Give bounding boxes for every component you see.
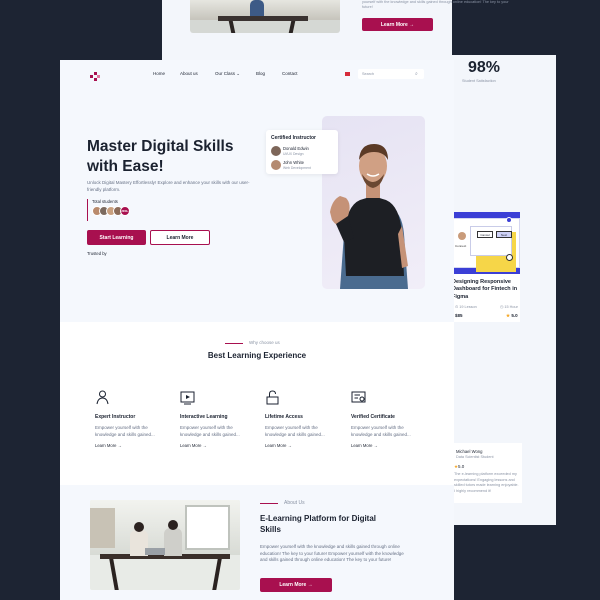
feature-desc: Empower yourself with the knowledge and … (180, 425, 240, 437)
about-title: E-Learning Platform for Digital Skills (260, 514, 377, 534)
right-preview-card: 98% Student Satisfaction Connect Cancel … (452, 55, 556, 525)
why-title: Best Learning Experience (207, 351, 307, 360)
mock-next: Next (496, 231, 512, 238)
stat-value: 98% (468, 59, 501, 76)
nav-about-us[interactable]: About us (180, 71, 198, 76)
certificate-icon (351, 390, 366, 405)
instructor-role: Web Development (283, 165, 311, 170)
instructor-role: UI/UX Design (283, 151, 304, 156)
nav-home[interactable]: Home (153, 71, 165, 76)
about-kicker: About Us (284, 500, 305, 506)
logo-icon[interactable] (90, 69, 101, 81)
testimonial-role: Data Scientist Student (456, 455, 494, 459)
why-kicker: Why choose us (249, 340, 280, 345)
mock-name: Connect (455, 244, 467, 248)
instructor-name: Donald Edwin (283, 146, 309, 151)
course-hours: ◷ 15 Hour (500, 305, 518, 309)
course-title: Designing Responsive Dashboard for Finte… (452, 279, 518, 300)
instructor-card-title: Certified Instructor (271, 135, 317, 141)
course-thumbnail: Connect Cancel Next (452, 212, 520, 274)
feature-learn-more-link[interactable]: Learn More → (95, 443, 175, 448)
about-body: Empower yourself with the knowledge and … (260, 544, 404, 563)
classroom-thumbnail (190, 0, 340, 33)
feature-learn-more-link[interactable]: Learn More → (265, 443, 345, 448)
feature-learn-more-link[interactable]: Learn More → (180, 443, 260, 448)
feature-title: Lifetime Access (265, 414, 303, 420)
mock-cancel: Cancel (477, 231, 493, 238)
feature-title: Expert Instructor (95, 414, 136, 420)
testimonial-quote: The e-learning platform exceeded my expe… (454, 472, 519, 493)
course-rating: ★ 5.0 (506, 313, 518, 318)
feature-expert-instructor: Expert Instructor Empower yourself with … (95, 390, 175, 460)
total-students: Total students 2000+ (87, 199, 147, 221)
testimonial-name: Michael Wong (456, 449, 483, 454)
nav-blog[interactable]: Blog (256, 71, 265, 76)
video-play-icon (180, 390, 195, 405)
hero-subtitle: Unlock Digital Mastery Effortlessly! Exp… (87, 180, 250, 192)
top-card-text: yourself with the knowledge and skills g… (362, 0, 509, 10)
about-photo (90, 500, 240, 590)
feature-title: Interactive Learning (180, 414, 228, 420)
certified-instructor-card: Certified Instructor Donald Edwin UI/UX … (266, 130, 338, 174)
feature-desc: Empower yourself with the knowledge and … (265, 425, 325, 437)
course-price: $85 (455, 313, 463, 318)
hero-title: Master Digital Skills with Ease! (87, 138, 234, 176)
learn-more-button[interactable]: Learn More (150, 230, 210, 245)
top-preview-card: yourself with the knowledge and skills g… (162, 0, 509, 60)
course-card[interactable]: Connect Cancel Next Designing Responsive… (452, 212, 520, 322)
search-placeholder: Search (362, 72, 375, 76)
search-input[interactable]: Search ⌕ (358, 69, 424, 79)
feature-title: Verified Certificate (351, 414, 395, 420)
feature-verified-certificate: Verified Certificate Empower yourself wi… (351, 390, 431, 460)
start-learning-button[interactable]: Start Learning (87, 230, 146, 245)
instructor-name: John White (283, 160, 304, 165)
testimonial-rating: ★5.0 (454, 464, 465, 469)
feature-desc: Empower yourself with the knowledge and … (351, 425, 411, 437)
testimonial-card: Michael Wong Data Scientist Student ★5.0… (452, 443, 522, 503)
students-count-badge: 2000+ (120, 206, 130, 216)
stat-label: Student Satisfaction (462, 79, 496, 83)
unlock-icon (265, 390, 280, 405)
about-kicker-line (260, 503, 278, 504)
why-kicker-line (225, 343, 243, 344)
about-learn-more-button[interactable]: Learn More → (260, 578, 332, 592)
course-lessons: ⊙ 19 Lesson (455, 305, 477, 309)
language-flag-icon[interactable] (345, 72, 350, 76)
trusted-by-label: Trusted by (87, 251, 107, 256)
feature-lifetime-access: Lifetime Access Empower yourself with th… (265, 390, 345, 460)
avatar (271, 160, 281, 170)
search-icon[interactable]: ⌕ (415, 71, 418, 77)
feature-learn-more-link[interactable]: Learn More → (351, 443, 431, 448)
top-card-learn-more-button[interactable]: Learn More → (362, 18, 433, 31)
feature-interactive-learning: Interactive Learning Empower yourself wi… (180, 390, 260, 460)
chevron-down-icon: ⌄ (236, 71, 241, 76)
nav-contact[interactable]: Contact (282, 71, 298, 76)
total-students-label: Total students (92, 199, 118, 204)
main-page: Home About us Our Class ⌄ Blog Contact S… (60, 60, 454, 600)
nav-our-class[interactable]: Our Class ⌄ (215, 71, 240, 77)
avatar (271, 146, 281, 156)
feature-desc: Empower yourself with the knowledge and … (95, 425, 155, 437)
instructor-icon (95, 390, 110, 405)
